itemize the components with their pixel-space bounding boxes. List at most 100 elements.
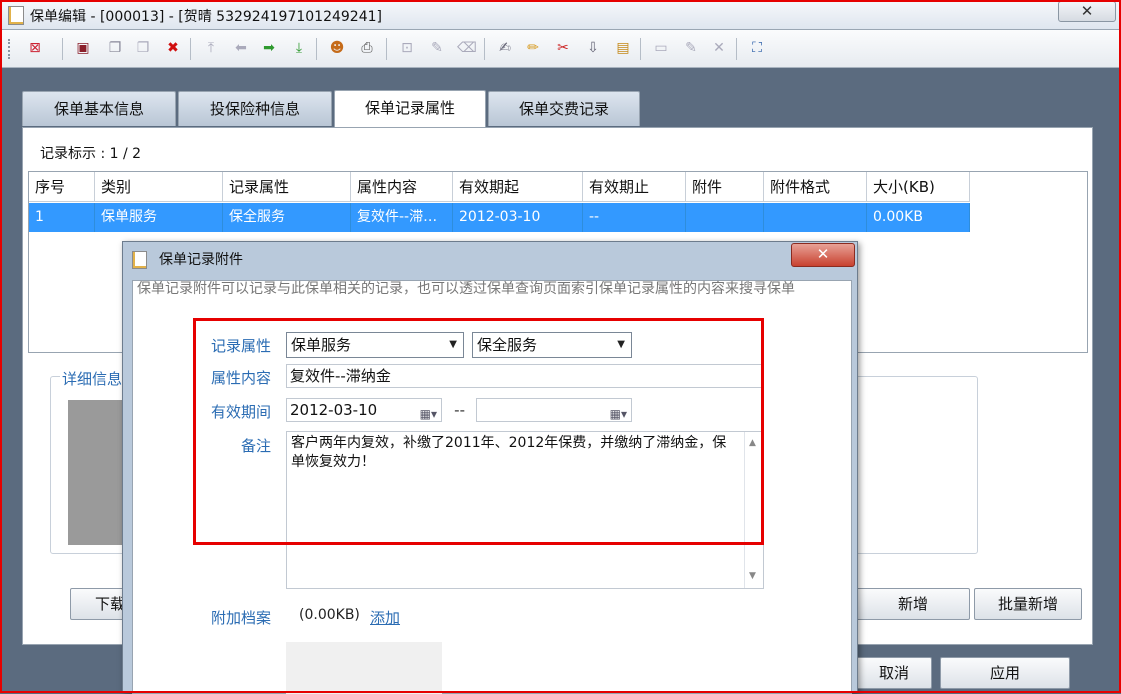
attachment-preview-area [286, 642, 442, 694]
user-icon: ☻ [329, 40, 345, 56]
document-icon [8, 6, 24, 25]
scroll-down-icon[interactable]: ▼ [749, 567, 756, 586]
col-header-valid-to[interactable]: 有效期止 [583, 172, 686, 202]
clear-icon: ⌫ [457, 40, 477, 56]
folder-icon: ▤ [616, 40, 630, 56]
arrow-right-button[interactable]: ➡ [258, 37, 280, 59]
table-cell: -- [583, 203, 686, 232]
record-attr-label: 记录属性 [210, 337, 271, 355]
detail-group-label: 详细信息 [60, 368, 125, 389]
pencil-icon: ✏ [527, 40, 539, 56]
apply-button[interactable]: 应用 [940, 657, 1070, 689]
tab-basic-info[interactable]: 保单基本信息 [22, 91, 176, 126]
toolbar-separator [62, 38, 63, 60]
toolbar-separator [736, 38, 737, 60]
col-header-category[interactable]: 类别 [95, 172, 223, 202]
remark-textarea[interactable]: 客户两年内复效，补缴了2011年、2012年保费，并缴纳了滞纳金，保单恢复效力！… [286, 431, 764, 589]
col-header-attachment[interactable]: 附件 [686, 172, 764, 202]
copy-icon: ❐ [108, 40, 122, 56]
fullscreen-icon: ⛶ [752, 40, 762, 56]
col-header-index[interactable]: 序号 [29, 172, 95, 202]
edit-button[interactable]: ✎ [426, 37, 448, 59]
scroll-up-icon[interactable]: ▲ [749, 434, 756, 453]
table-cell [764, 203, 867, 232]
clear-button[interactable]: ⌫ [456, 37, 478, 59]
move-top-button[interactable]: ⤒ [200, 37, 222, 59]
attachment-label: 附加档案 [210, 609, 271, 627]
paste-button[interactable]: ❐ [132, 37, 154, 59]
date-to-input[interactable]: ▦▾ [476, 398, 632, 422]
export-button[interactable]: ⊡ [396, 37, 418, 59]
copy-button[interactable]: ❐ [104, 37, 126, 59]
date-from-value: 2012-03-10 [290, 401, 378, 419]
user-button[interactable]: ☻ [326, 37, 348, 59]
dialog-close-button[interactable]: ✕ [791, 243, 855, 267]
subcategory-select-value: 保全服务 [477, 336, 538, 354]
window-close-button[interactable]: ✕ [1058, 1, 1116, 22]
attachment-size: (0.00KB) [299, 607, 360, 623]
move-bottom-button[interactable]: ⤓ [288, 37, 310, 59]
pencil-button[interactable]: ✏ [522, 37, 544, 59]
tab-payment-records[interactable]: 保单交费记录 [488, 91, 640, 126]
window-title: 保单编辑 - [000013] - [贺晴 532924197101249241… [30, 9, 382, 25]
delete-button[interactable]: ✖ [162, 37, 184, 59]
toolbar: ⊠ ▣ ❐ ❐ ✖ ⤒ ⬅ ➡ ⤓ ☻ ⎙ ⊡ ✎ ⌫ ✍ ✏ ✂ ⇩ ▤ ▭ ✎ ✕ ⛶ [0, 30, 1121, 68]
table-cell: 2012-03-10 [453, 203, 583, 232]
calendar-dropdown-icon[interactable]: ▦▾ [420, 403, 437, 425]
note-icon: ✍ [499, 40, 511, 56]
paste-icon: ❐ [136, 40, 150, 56]
col-header-attachment-format[interactable]: 附件格式 [764, 172, 867, 202]
date-from-input[interactable]: 2012-03-10 ▦▾ [286, 398, 442, 422]
exit-button[interactable]: ⊠ [24, 37, 46, 59]
attr-content-input[interactable]: 复效件--滞纳金 [286, 364, 764, 388]
move-top-icon: ⤒ [207, 40, 215, 56]
window-titlebar: 保单编辑 - [000013] - [贺晴 532924197101249241… [0, 0, 1121, 30]
table-cell: 1 [29, 203, 95, 232]
remark-label: 备注 [240, 437, 271, 455]
save-button[interactable]: ▣ [72, 37, 94, 59]
print-button[interactable]: ⎙ [356, 37, 378, 59]
date-separator: -- [454, 401, 465, 419]
toolbar-separator [484, 38, 485, 60]
dropdown-arrow-icon: ▼ [617, 339, 625, 350]
fullscreen-button[interactable]: ⛶ [746, 37, 768, 59]
folder-button[interactable]: ▤ [612, 37, 634, 59]
category-select[interactable]: 保单服务 ▼ [286, 332, 464, 358]
subcategory-select[interactable]: 保全服务 ▼ [472, 332, 632, 358]
note-button[interactable]: ✍ [494, 37, 516, 59]
download-button[interactable]: ⇩ [582, 37, 604, 59]
col-header-valid-from[interactable]: 有效期起 [453, 172, 583, 202]
remark-scrollbar[interactable]: ▲ ▼ [744, 432, 763, 588]
batch-add-button[interactable]: 批量新增 [974, 588, 1082, 620]
arrow-left-button[interactable]: ⬅ [230, 37, 252, 59]
remove-doc-button[interactable]: ✕ [708, 37, 730, 59]
add-attachment-link[interactable]: 添加 [370, 607, 400, 628]
toolbar-separator [190, 38, 191, 60]
move-bottom-icon: ⤓ [295, 40, 303, 56]
calendar-dropdown-icon[interactable]: ▦▾ [610, 403, 627, 425]
arrow-left-icon: ⬅ [235, 40, 247, 56]
cut-icon: ✂ [557, 40, 569, 56]
col-header-attr-content[interactable]: 属性内容 [351, 172, 453, 202]
col-header-size[interactable]: 大小(KB) [867, 172, 970, 202]
tab-insurance-types[interactable]: 投保险种信息 [178, 91, 332, 126]
edit-doc-button[interactable]: ✎ [680, 37, 702, 59]
table-cell [686, 203, 764, 232]
dropdown-arrow-icon: ▼ [449, 339, 457, 350]
toolbar-separator [316, 38, 317, 60]
blank-button[interactable]: ▭ [650, 37, 672, 59]
tab-record-attributes[interactable]: 保单记录属性 [334, 90, 486, 127]
print-icon: ⎙ [361, 40, 373, 56]
delete-icon: ✖ [167, 40, 179, 56]
toolbar-grip[interactable] [8, 39, 13, 59]
remark-text: 客户两年内复效，补缴了2011年、2012年保费，并缴纳了滞纳金，保单恢复效力！ [291, 435, 727, 470]
cut-button[interactable]: ✂ [552, 37, 574, 59]
add-button[interactable]: 新增 [856, 588, 970, 620]
dialog-description: 保单记录附件可以记录与此保单相关的记录，也可以透过保单查询页面索引保单记录属性的… [137, 281, 795, 297]
col-header-record-attr[interactable]: 记录属性 [223, 172, 351, 202]
blank-icon: ▭ [654, 40, 668, 56]
toolbar-separator [386, 38, 387, 60]
table-cell: 保全服务 [223, 203, 351, 232]
remove-doc-icon: ✕ [713, 40, 725, 56]
cancel-button[interactable]: 取消 [856, 657, 932, 689]
